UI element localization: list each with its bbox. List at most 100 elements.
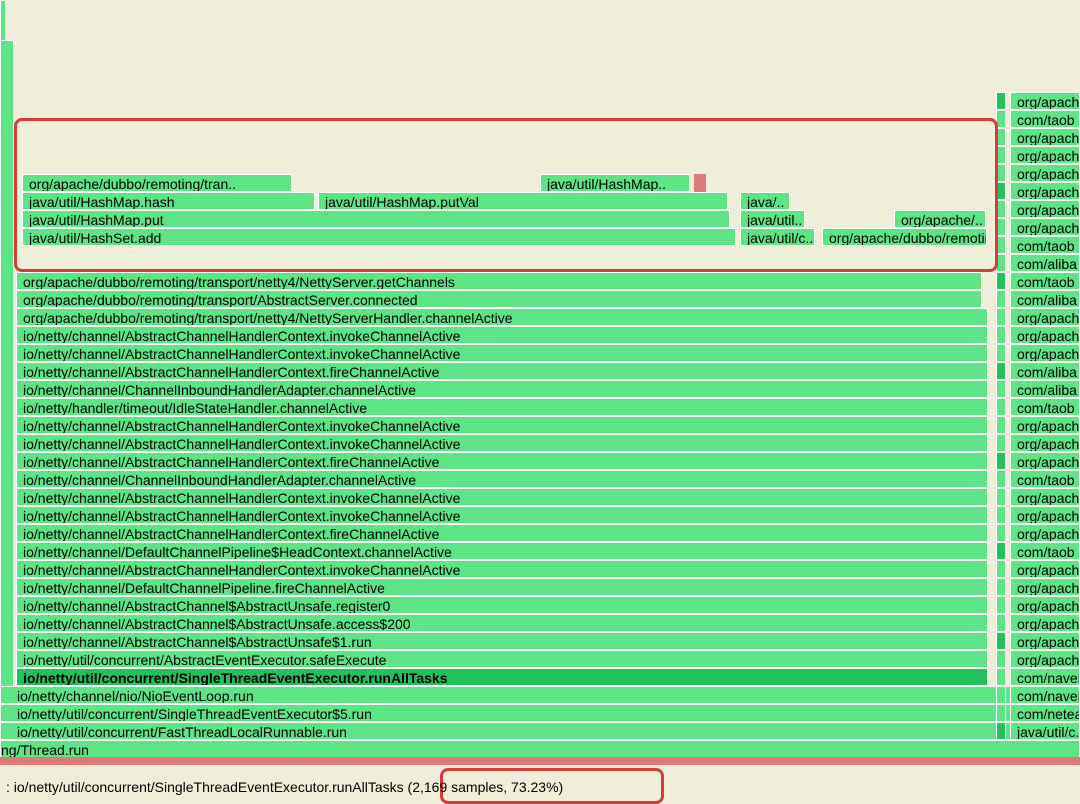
flame-frame[interactable]: org/apach xyxy=(1010,524,1080,542)
flame-frame[interactable]: com/aliba xyxy=(1010,290,1080,308)
flame-sliver xyxy=(996,704,1006,722)
flame-frame[interactable]: io/netty/channel/AbstractChannelHandlerC… xyxy=(16,452,988,470)
flame-sliver xyxy=(996,362,1006,380)
flame-frame[interactable]: com/naverc xyxy=(1010,668,1080,686)
flame-frame[interactable]: java/util/HashMap.put xyxy=(22,210,730,228)
flame-sliver xyxy=(996,488,1006,506)
flame-frame[interactable]: org/apach xyxy=(1010,650,1080,668)
tooltip-status: : io/netty/util/concurrent/SingleThreadE… xyxy=(0,779,1080,795)
flame-frame[interactable]: io/netty/channel/AbstractChannelHandlerC… xyxy=(16,488,988,506)
flame-frame[interactable]: org/apach xyxy=(1010,488,1080,506)
flame-sliver xyxy=(996,398,1006,416)
flame-frame[interactable]: com/aliba xyxy=(1010,254,1080,272)
flame-frame[interactable]: com/taob xyxy=(1010,542,1080,560)
flame-frame[interactable]: org/apach xyxy=(1010,146,1080,164)
flame-frame[interactable]: ng/Thread.run xyxy=(0,740,1080,758)
flame-frame[interactable]: org/apach xyxy=(1010,614,1080,632)
flame-sliver xyxy=(996,722,1006,740)
flame-frame[interactable]: io/netty/channel/AbstractChannel$Abstrac… xyxy=(16,614,988,632)
flame-sliver xyxy=(996,290,1006,308)
flame-sliver xyxy=(996,146,1006,164)
flame-frame[interactable]: org/apach xyxy=(1010,434,1080,452)
flame-frame[interactable]: java/util/c.. xyxy=(740,228,815,246)
flame-sliver xyxy=(996,344,1006,362)
flame-frame[interactable]: org/apache/dubbo/remoting/transport/nett… xyxy=(16,308,988,326)
flame-frame[interactable]: org/apache/dubbo/remoting/transport/Abst… xyxy=(16,290,982,308)
flame-frame[interactable]: java/util/HashSet.add xyxy=(22,228,736,246)
flame-frame[interactable]: io/netty/channel/AbstractChannelHandlerC… xyxy=(16,560,988,578)
flame-frame[interactable]: org/apach xyxy=(1010,326,1080,344)
flame-frame[interactable]: io/netty/channel/DefaultChannelPipeline.… xyxy=(16,578,988,596)
flame-frame[interactable]: io/netty/util/concurrent/SingleThreadEve… xyxy=(16,668,988,686)
flame-frame[interactable]: com/aliba xyxy=(1010,362,1080,380)
flame-frame[interactable]: io/netty/channel/AbstractChannelHandlerC… xyxy=(16,344,988,362)
flame-frame[interactable]: io/netty/channel/AbstractChannelHandlerC… xyxy=(16,362,988,380)
flame-frame[interactable]: io/netty/util/concurrent/AbstractEventEx… xyxy=(16,650,988,668)
flame-sliver xyxy=(996,686,1006,704)
flame-frame[interactable]: java/.. xyxy=(740,192,790,210)
flame-sliver xyxy=(996,272,1006,290)
flame-frame[interactable]: io/netty/util/concurrent/SingleThreadEve… xyxy=(0,704,1080,722)
flame-sliver xyxy=(996,218,1006,236)
flame-frame[interactable]: io/netty/channel/AbstractChannel$Abstrac… xyxy=(16,632,988,650)
flame-frame[interactable]: com/taob xyxy=(1010,398,1080,416)
flame-sliver xyxy=(996,380,1006,398)
flame-frame[interactable]: io/netty/channel/AbstractChannel$Abstrac… xyxy=(16,596,988,614)
flame-sliver xyxy=(996,470,1006,488)
flame-frame[interactable]: com/taob xyxy=(1010,272,1080,290)
flame-frame[interactable]: com/netease xyxy=(1010,704,1080,722)
flame-frame[interactable]: org/apach xyxy=(1010,92,1080,110)
flame-frame-hot[interactable] xyxy=(694,174,706,192)
flame-frame[interactable]: io/netty/channel/ChannelInboundHandlerAd… xyxy=(16,380,988,398)
flame-sliver xyxy=(996,308,1006,326)
flame-frame[interactable]: com/aliba xyxy=(1010,380,1080,398)
flame-frame[interactable]: org/apach xyxy=(1010,308,1080,326)
flame-sliver xyxy=(996,182,1006,200)
flame-sliver xyxy=(996,92,1006,110)
flame-frame[interactable]: io/netty/handler/timeout/IdleStateHandle… xyxy=(16,398,988,416)
flame-frame[interactable]: org/apach xyxy=(1010,218,1080,236)
flame-frame[interactable]: java/util.. xyxy=(740,210,805,228)
flame-frame[interactable]: io/netty/channel/AbstractChannelHandlerC… xyxy=(16,416,988,434)
flame-frame[interactable]: com/taob xyxy=(1010,236,1080,254)
status-prefix: : xyxy=(6,779,14,795)
flame-sliver xyxy=(996,236,1006,254)
flame-frame[interactable]: io/netty/util/concurrent/FastThreadLocal… xyxy=(0,722,1080,740)
flame-frame[interactable]: io/netty/channel/DefaultChannelPipeline$… xyxy=(16,542,988,560)
flame-frame[interactable]: org/apach xyxy=(1010,506,1080,524)
flame-frame[interactable]: com/taob xyxy=(1010,470,1080,488)
flame-frame[interactable]: org/apache/dubbo/remoting/tran.. xyxy=(22,174,292,192)
flame-frame[interactable]: org/apach xyxy=(1010,578,1080,596)
flame-frame[interactable]: org/apache/dubbo/remoting/.. xyxy=(822,228,987,246)
flame-frame[interactable]: org/apache/.. xyxy=(894,210,986,228)
flame-frame[interactable]: io/netty/channel/AbstractChannelHandlerC… xyxy=(16,326,988,344)
flame-frame[interactable]: io/netty/channel/AbstractChannelHandlerC… xyxy=(16,434,988,452)
flame-frame[interactable]: org/apach xyxy=(1010,128,1080,146)
flame-frame[interactable]: io/netty/channel/AbstractChannelHandlerC… xyxy=(16,524,988,542)
flame-frame[interactable]: io/netty/channel/nio/NioEventLoop.run xyxy=(0,686,1080,704)
flame-sliver xyxy=(996,632,1006,650)
flame-frame[interactable]: org/apach xyxy=(1010,560,1080,578)
flame-frame[interactable]: com/taob xyxy=(1010,110,1080,128)
flame-sliver xyxy=(996,578,1006,596)
flame-frame[interactable]: org/apach xyxy=(1010,452,1080,470)
flame-frame[interactable]: org/apach xyxy=(1010,200,1080,218)
flame-frame[interactable]: org/apach xyxy=(1010,416,1080,434)
status-detail: (2,169 samples, 73.23%) xyxy=(404,779,564,795)
flame-frame[interactable]: org/apach xyxy=(1010,344,1080,362)
flame-frame[interactable]: org/apach xyxy=(1010,164,1080,182)
flame-sliver xyxy=(996,254,1006,272)
flame-frame[interactable]: java/util/c.. xyxy=(1010,722,1080,740)
flame-frame[interactable]: io/netty/channel/AbstractChannelHandlerC… xyxy=(16,506,988,524)
flame-frame[interactable]: java/util/HashMap.hash xyxy=(22,192,315,210)
flame-frame[interactable]: java/util/HashMap.. xyxy=(540,174,690,192)
flame-frame[interactable]: java/util/HashMap.putVal xyxy=(318,192,728,210)
flame-frame[interactable]: org/apach xyxy=(1010,596,1080,614)
flame-frame[interactable]: org/apach xyxy=(1010,182,1080,200)
flame-frame[interactable]: org/apache/dubbo/remoting/transport/nett… xyxy=(16,272,982,290)
flame-frame[interactable]: io/netty/channel/ChannelInboundHandlerAd… xyxy=(16,470,988,488)
flame-sliver xyxy=(996,596,1006,614)
flame-sliver xyxy=(996,542,1006,560)
flame-frame[interactable]: org/apach xyxy=(1010,632,1080,650)
flame-frame[interactable]: com/naverc xyxy=(1010,686,1080,704)
